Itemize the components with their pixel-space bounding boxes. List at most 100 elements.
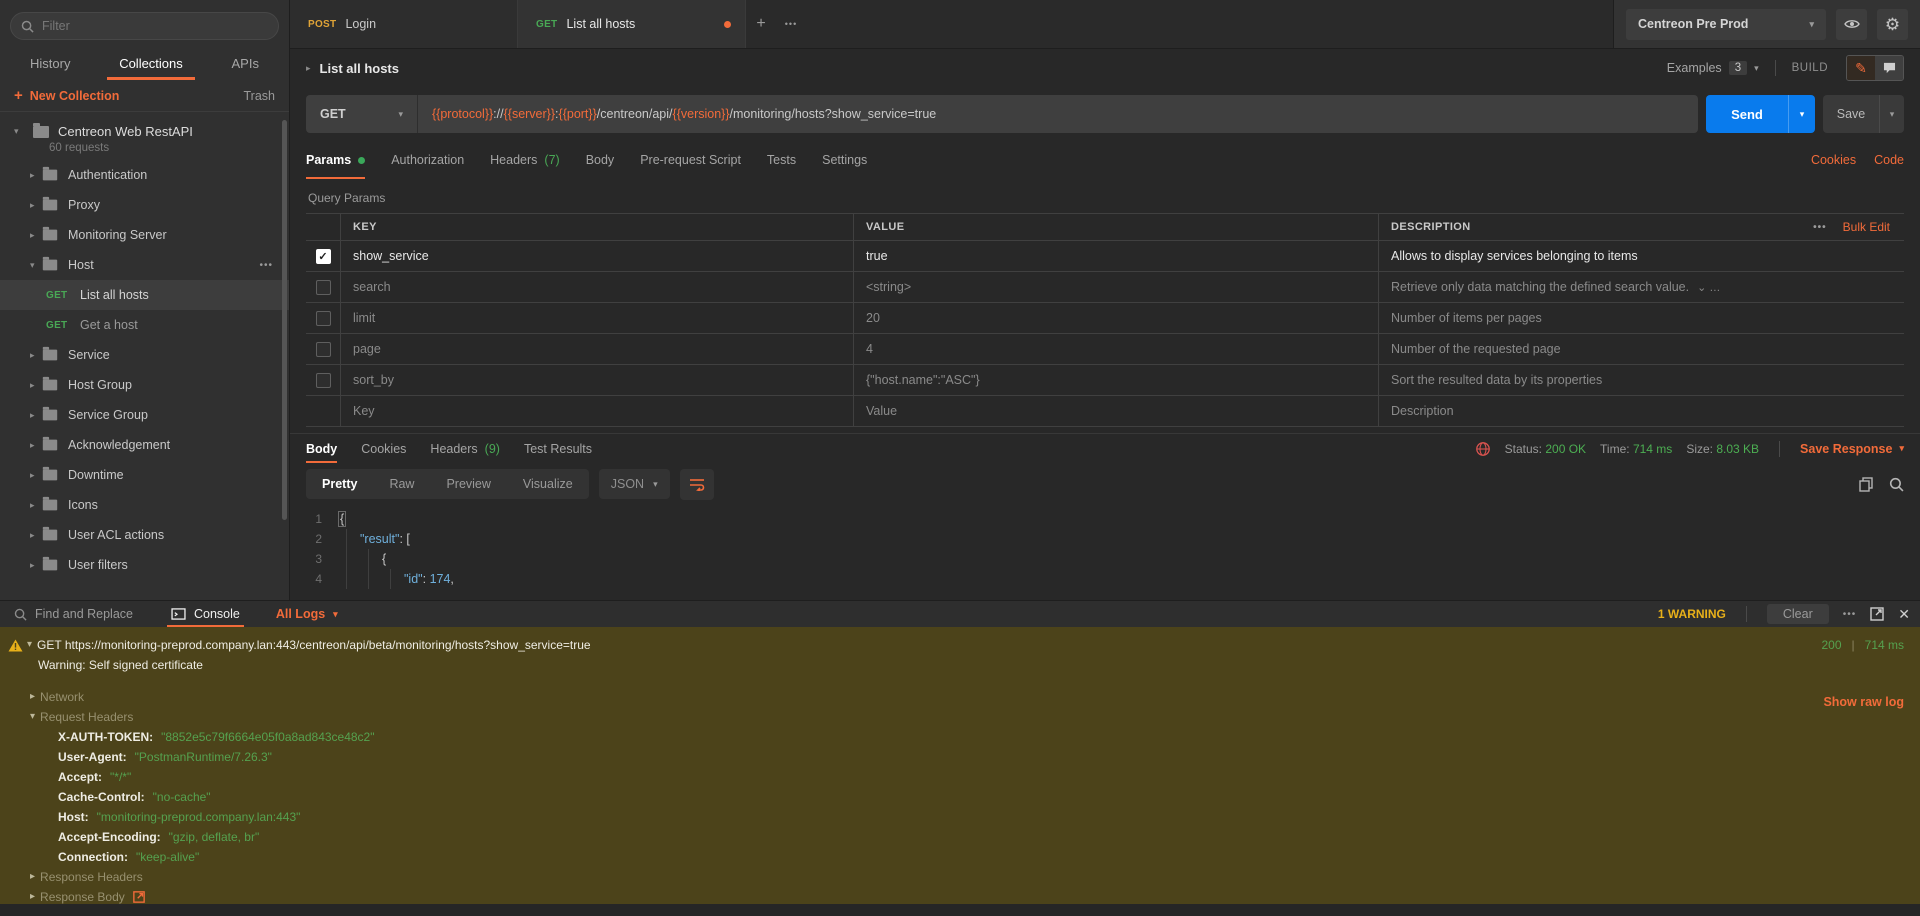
chevron-icon[interactable] <box>30 500 40 511</box>
chevron-icon[interactable] <box>30 260 40 271</box>
param-key-cell[interactable]: sort_by <box>340 365 853 395</box>
tree-item[interactable]: Acknowledgement <box>0 430 289 460</box>
tab-options-button[interactable] <box>776 0 806 48</box>
config-tab[interactable]: Tests <box>767 141 796 179</box>
param-value-cell[interactable]: {"host.name":"ASC"} <box>853 365 1378 395</box>
tree-item[interactable]: Icons <box>0 490 289 520</box>
environment-selector[interactable]: Centreon Pre Prod ▾ <box>1626 9 1826 40</box>
param-value-cell[interactable]: 20 <box>853 303 1378 333</box>
chevron-icon[interactable] <box>30 350 40 361</box>
edit-mode-button[interactable]: ✎ <box>1847 56 1875 80</box>
environment-quick-look-button[interactable] <box>1836 9 1867 40</box>
param-description-cell[interactable]: Number of items per pages <box>1378 303 1904 333</box>
network-toggle[interactable]: Network <box>8 687 1904 707</box>
tree-item[interactable]: GET Get a host <box>0 310 289 340</box>
tree-item[interactable]: Service <box>0 340 289 370</box>
response-headers-toggle[interactable]: Response Headers <box>8 867 1904 887</box>
more-actions-icon[interactable] <box>259 260 273 271</box>
send-options-button[interactable]: ▾ <box>1788 95 1815 133</box>
save-button[interactable]: Save <box>1823 95 1879 133</box>
sidebar-tab[interactable]: Collections <box>111 46 191 80</box>
chevron-down-icon[interactable] <box>14 126 24 137</box>
response-tab[interactable]: Body <box>306 434 337 463</box>
scrollbar-thumb[interactable] <box>282 120 287 520</box>
config-tab[interactable]: Body <box>586 141 615 179</box>
chevron-right-icon[interactable]: ▸ <box>306 63 311 74</box>
filter-input[interactable] <box>42 19 268 33</box>
response-body-toggle[interactable]: Response Body <box>8 887 1904 904</box>
chevron-icon[interactable] <box>30 410 40 421</box>
tree-item[interactable]: Authentication <box>0 160 289 190</box>
row-checkbox[interactable] <box>316 249 331 264</box>
console-request-entry[interactable]: GET https://monitoring-preprod.company.l… <box>8 635 1904 655</box>
param-value-cell[interactable]: 4 <box>853 334 1378 364</box>
wrap-lines-button[interactable] <box>680 469 714 500</box>
method-selector[interactable]: GET ▾ <box>306 95 418 133</box>
config-tab[interactable]: Settings <box>822 141 867 179</box>
row-checkbox[interactable] <box>316 342 331 357</box>
config-tab[interactable]: Headers (7) <box>490 141 560 179</box>
table-options-icon[interactable] <box>1813 222 1827 233</box>
view-mode-tab[interactable]: Pretty <box>306 469 373 499</box>
sidebar-tab[interactable]: APIs <box>224 46 267 80</box>
row-checkbox[interactable] <box>316 280 331 295</box>
view-mode-tab[interactable]: Preview <box>430 469 506 499</box>
log-filter-dropdown[interactable]: All Logs ▾ <box>272 601 342 627</box>
request-headers-toggle[interactable]: Request Headers <box>8 707 1904 727</box>
param-description-cell[interactable]: Allows to display services belonging to … <box>1378 241 1904 271</box>
param-key-cell[interactable]: page <box>340 334 853 364</box>
tree-item[interactable]: Host <box>0 250 289 280</box>
format-selector[interactable]: JSON ▾ <box>599 469 670 499</box>
cookies-link[interactable]: Cookies <box>1811 153 1856 167</box>
url-input[interactable]: {{protocol}}://{{server}}:{{port}}/centr… <box>418 95 1698 133</box>
param-value-cell[interactable]: true <box>853 241 1378 271</box>
show-raw-log-link[interactable]: Show raw log <box>1823 695 1904 709</box>
param-description-cell[interactable]: Sort the resulted data by its properties <box>1378 365 1904 395</box>
send-button[interactable]: Send <box>1706 95 1788 133</box>
save-response-button[interactable]: Save Response ▾ <box>1800 442 1904 456</box>
chevron-icon[interactable] <box>30 530 40 541</box>
tree-item[interactable]: GET List all hosts <box>0 280 289 310</box>
comment-button[interactable] <box>1875 56 1903 80</box>
response-body-viewer[interactable]: 1 { 2 "result": [ 3 <box>290 505 1920 600</box>
request-tab[interactable]: GET List all hosts <box>518 0 746 48</box>
new-tab-button[interactable]: + <box>746 0 776 48</box>
trash-button[interactable]: Trash <box>244 89 276 103</box>
chevron-icon[interactable] <box>30 440 40 451</box>
tree-item[interactable]: Proxy <box>0 190 289 220</box>
param-description-cell[interactable]: Retrieve only data matching the defined … <box>1378 272 1904 302</box>
param-key-cell[interactable]: search <box>340 272 853 302</box>
chevron-icon[interactable] <box>30 170 40 181</box>
chevron-icon[interactable] <box>30 200 40 211</box>
param-value-cell[interactable]: Value <box>853 396 1378 426</box>
close-console-icon[interactable]: ✕ <box>1898 606 1910 623</box>
response-tab[interactable]: Test Results <box>524 434 592 463</box>
bulk-edit-button[interactable]: Bulk Edit <box>1843 220 1890 234</box>
console-options-icon[interactable] <box>1843 609 1857 620</box>
param-description-cell[interactable]: Number of the requested page <box>1378 334 1904 364</box>
row-checkbox[interactable] <box>316 373 331 388</box>
chevron-icon[interactable] <box>30 470 40 481</box>
new-collection-button[interactable]: New Collection <box>30 89 120 103</box>
external-link-icon[interactable] <box>133 891 145 903</box>
tree-item[interactable]: Host Group <box>0 370 289 400</box>
chevron-icon[interactable] <box>30 560 40 571</box>
view-mode-tab[interactable]: Raw <box>373 469 430 499</box>
param-description-cell[interactable]: Description <box>1378 396 1904 426</box>
description-overflow-indicator[interactable]: ⌄ … <box>1697 281 1720 294</box>
examples-dropdown[interactable]: Examples 3 ▾ <box>1667 61 1759 75</box>
console-tab[interactable]: Console <box>167 601 244 627</box>
code-link[interactable]: Code <box>1874 153 1904 167</box>
chevron-down-icon[interactable] <box>27 635 32 655</box>
param-value-cell[interactable]: <string> <box>853 272 1378 302</box>
request-tab[interactable]: POST Login <box>290 0 518 48</box>
row-checkbox[interactable] <box>316 311 331 326</box>
config-tab[interactable]: Pre-request Script <box>640 141 741 179</box>
view-mode-tab[interactable]: Visualize <box>507 469 589 499</box>
save-options-button[interactable]: ▾ <box>1879 95 1904 133</box>
copy-icon[interactable] <box>1859 477 1873 492</box>
tree-item[interactable]: User ACL actions <box>0 520 289 550</box>
chevron-icon[interactable] <box>30 380 40 391</box>
network-error-icon[interactable] <box>1475 441 1491 457</box>
collection-root[interactable]: Centreon Web RestAPI 60 requests <box>0 122 289 160</box>
